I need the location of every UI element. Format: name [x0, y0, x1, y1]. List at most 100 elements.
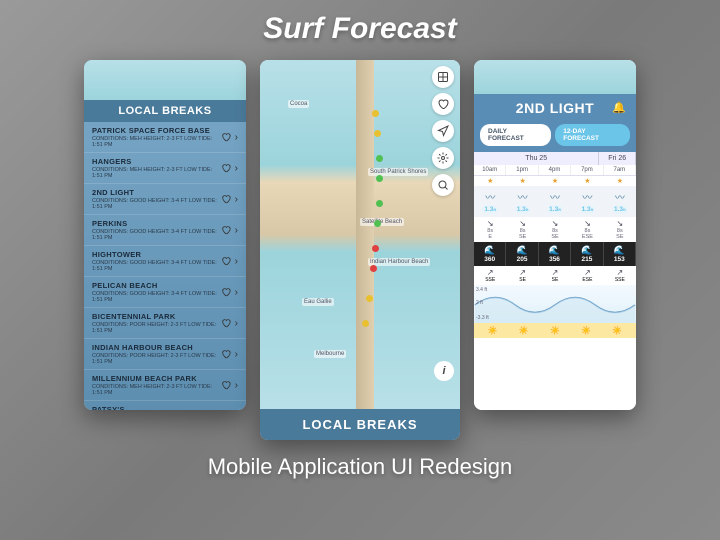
map-pin[interactable]	[370, 265, 377, 272]
wave-icon: 〰	[607, 189, 633, 204]
heart-icon[interactable]	[221, 256, 231, 266]
city-label: Satellite Beach	[360, 218, 404, 226]
tide-chart: 3.4 ft 2 ft -3.3 ft	[474, 285, 636, 323]
chevron-right-icon: ›	[235, 318, 238, 329]
break-name: PATSY'S	[92, 405, 221, 410]
break-row[interactable]: PERKINSCONDITIONS: GOOD HEIGHT: 3-4 FT L…	[84, 215, 246, 246]
break-name: MILLENNIUM BEACH PARK	[92, 374, 221, 383]
wave-icon: 〰	[574, 189, 600, 204]
spot-header: 2ND LIGHT 🔔	[474, 94, 636, 124]
heart-icon[interactable]	[221, 318, 231, 328]
city-label: Cocoa	[288, 100, 309, 108]
rating-cell: ★	[571, 176, 603, 186]
heart-icon[interactable]	[221, 225, 231, 235]
legend-cell: ↗SE	[539, 266, 571, 285]
map-pin[interactable]	[376, 200, 383, 207]
hour-cell: 4pm	[539, 165, 571, 175]
heart-icon[interactable]	[221, 380, 231, 390]
break-details: CONDITIONS: POOR HEIGHT: 2-3 FT LOW TIDE…	[92, 322, 221, 334]
map-pin[interactable]	[374, 220, 381, 227]
map-peek	[474, 60, 636, 94]
sun-row: ☀️☀️☀️☀️☀️	[474, 323, 636, 338]
map-pin[interactable]	[366, 295, 373, 302]
arrow-icon: ↗	[541, 268, 569, 277]
screen-local-breaks-list: LOCAL BREAKS PATRICK SPACE FORCE BASECON…	[84, 60, 246, 410]
city-label: Eau Gallie	[302, 298, 334, 306]
hour-cell: 7pm	[571, 165, 603, 175]
break-details: CONDITIONS: POOR HEIGHT: 2-3 FT LOW TIDE…	[92, 353, 221, 365]
break-row[interactable]: HANGERSCONDITIONS: MEH HEIGHT: 2-3 FT LO…	[84, 153, 246, 184]
wave-icon: 〰	[477, 189, 503, 204]
break-name: PERKINS	[92, 219, 221, 228]
legend-cell: ↗SE	[506, 266, 538, 285]
layers-button[interactable]	[432, 66, 454, 88]
arrow-icon: ↘	[541, 219, 569, 228]
swell-cell: 🌊360	[474, 242, 506, 266]
break-row[interactable]: BICENTENNIAL PARKCONDITIONS: POOR HEIGHT…	[84, 308, 246, 339]
break-row[interactable]: PATSY'SCONDITIONS: MEH HEIGHT: 2-3 FT LO…	[84, 401, 246, 410]
chevron-right-icon: ›	[235, 225, 238, 236]
local-breaks-button[interactable]: LOCAL BREAKS	[260, 409, 460, 440]
break-details: CONDITIONS: GOOD HEIGHT: 3-4 FT LOW TIDE…	[92, 260, 221, 272]
map-pin[interactable]	[376, 155, 383, 162]
map-pin[interactable]	[372, 110, 379, 117]
info-button[interactable]: i	[434, 361, 454, 381]
map-pin[interactable]	[372, 245, 379, 252]
heart-icon[interactable]	[221, 132, 231, 142]
forecast-table[interactable]: Thu 25Fri 26 10am1pm4pm7pm7am ★★★★★ 〰1.3…	[474, 152, 636, 410]
arrow-icon: ↗	[476, 268, 504, 277]
wave-icon: 🌊	[542, 245, 567, 256]
wave-cell: 〰1.3ft	[571, 186, 603, 217]
hour-cell: 1pm	[506, 165, 538, 175]
map-pin[interactable]	[376, 175, 383, 182]
wave-cell: 〰1.3ft	[474, 186, 506, 217]
chevron-right-icon: ›	[235, 256, 238, 267]
day-header: Thu 25	[474, 152, 599, 165]
break-row[interactable]: 2ND LIGHTCONDITIONS: GOOD HEIGHT: 3-4 FT…	[84, 184, 246, 215]
locate-button[interactable]	[432, 120, 454, 142]
wave-icon: 〰	[542, 189, 568, 204]
break-row[interactable]: PATRICK SPACE FORCE BASECONDITIONS: MEH …	[84, 122, 246, 153]
map-canvas[interactable]: CocoaSouth Patrick ShoresSatellite Beach…	[260, 60, 460, 409]
heart-icon[interactable]	[221, 349, 231, 359]
heart-icon[interactable]	[221, 287, 231, 297]
break-row[interactable]: MILLENNIUM BEACH PARKCONDITIONS: MEH HEI…	[84, 370, 246, 401]
favorite-button[interactable]	[432, 93, 454, 115]
break-details: CONDITIONS: GOOD HEIGHT: 3-4 FT LOW TIDE…	[92, 198, 221, 210]
break-row[interactable]: HIGHTOWERCONDITIONS: GOOD HEIGHT: 3-4 FT…	[84, 246, 246, 277]
break-name: BICENTENNIAL PARK	[92, 312, 221, 321]
wave-cell: 〰1.3ft	[506, 186, 538, 217]
rating-cell: ★	[604, 176, 636, 186]
break-details: CONDITIONS: GOOD HEIGHT: 3-4 FT LOW TIDE…	[92, 291, 221, 303]
legend-cell: ↗SSE	[604, 266, 636, 285]
break-name: 2ND LIGHT	[92, 188, 221, 197]
heart-icon[interactable]	[221, 163, 231, 173]
screen-forecast-detail: 2ND LIGHT 🔔 DAILY FORECAST 12-DAY FORECA…	[474, 60, 636, 410]
break-row[interactable]: PELICAN BEACHCONDITIONS: GOOD HEIGHT: 3-…	[84, 277, 246, 308]
wind-cell: ↘8sESE	[571, 217, 603, 242]
map-pin[interactable]	[374, 130, 381, 137]
legend-cell: ↗ESE	[571, 266, 603, 285]
break-details: CONDITIONS: MEH HEIGHT: 2-3 FT LOW TIDE:…	[92, 384, 221, 396]
map-pin[interactable]	[362, 320, 369, 327]
map-peek	[84, 60, 246, 100]
arrow-icon: ↘	[573, 219, 601, 228]
breaks-list: PATRICK SPACE FORCE BASECONDITIONS: MEH …	[84, 122, 246, 410]
bell-icon[interactable]: 🔔	[612, 101, 626, 114]
break-row[interactable]: INDIAN HARBOUR BEACHCONDITIONS: POOR HEI…	[84, 339, 246, 370]
wave-icon: 〰	[509, 189, 535, 204]
settings-button[interactable]	[432, 147, 454, 169]
break-details: CONDITIONS: MEH HEIGHT: 2-3 FT LOW TIDE:…	[92, 136, 221, 148]
tab-daily[interactable]: DAILY FORECAST	[480, 124, 551, 146]
search-button[interactable]	[432, 174, 454, 196]
break-name: INDIAN HARBOUR BEACH	[92, 343, 221, 352]
chevron-right-icon: ›	[235, 194, 238, 205]
spot-title: 2ND LIGHT	[516, 100, 594, 116]
arrow-icon: ↘	[476, 219, 504, 228]
wave-icon: 🌊	[509, 245, 534, 256]
swell-cell: 🌊215	[571, 242, 603, 266]
hour-cell: 7am	[604, 165, 636, 175]
tab-12day[interactable]: 12-DAY FORECAST	[555, 124, 630, 146]
swell-cell: 🌊356	[539, 242, 571, 266]
heart-icon[interactable]	[221, 194, 231, 204]
